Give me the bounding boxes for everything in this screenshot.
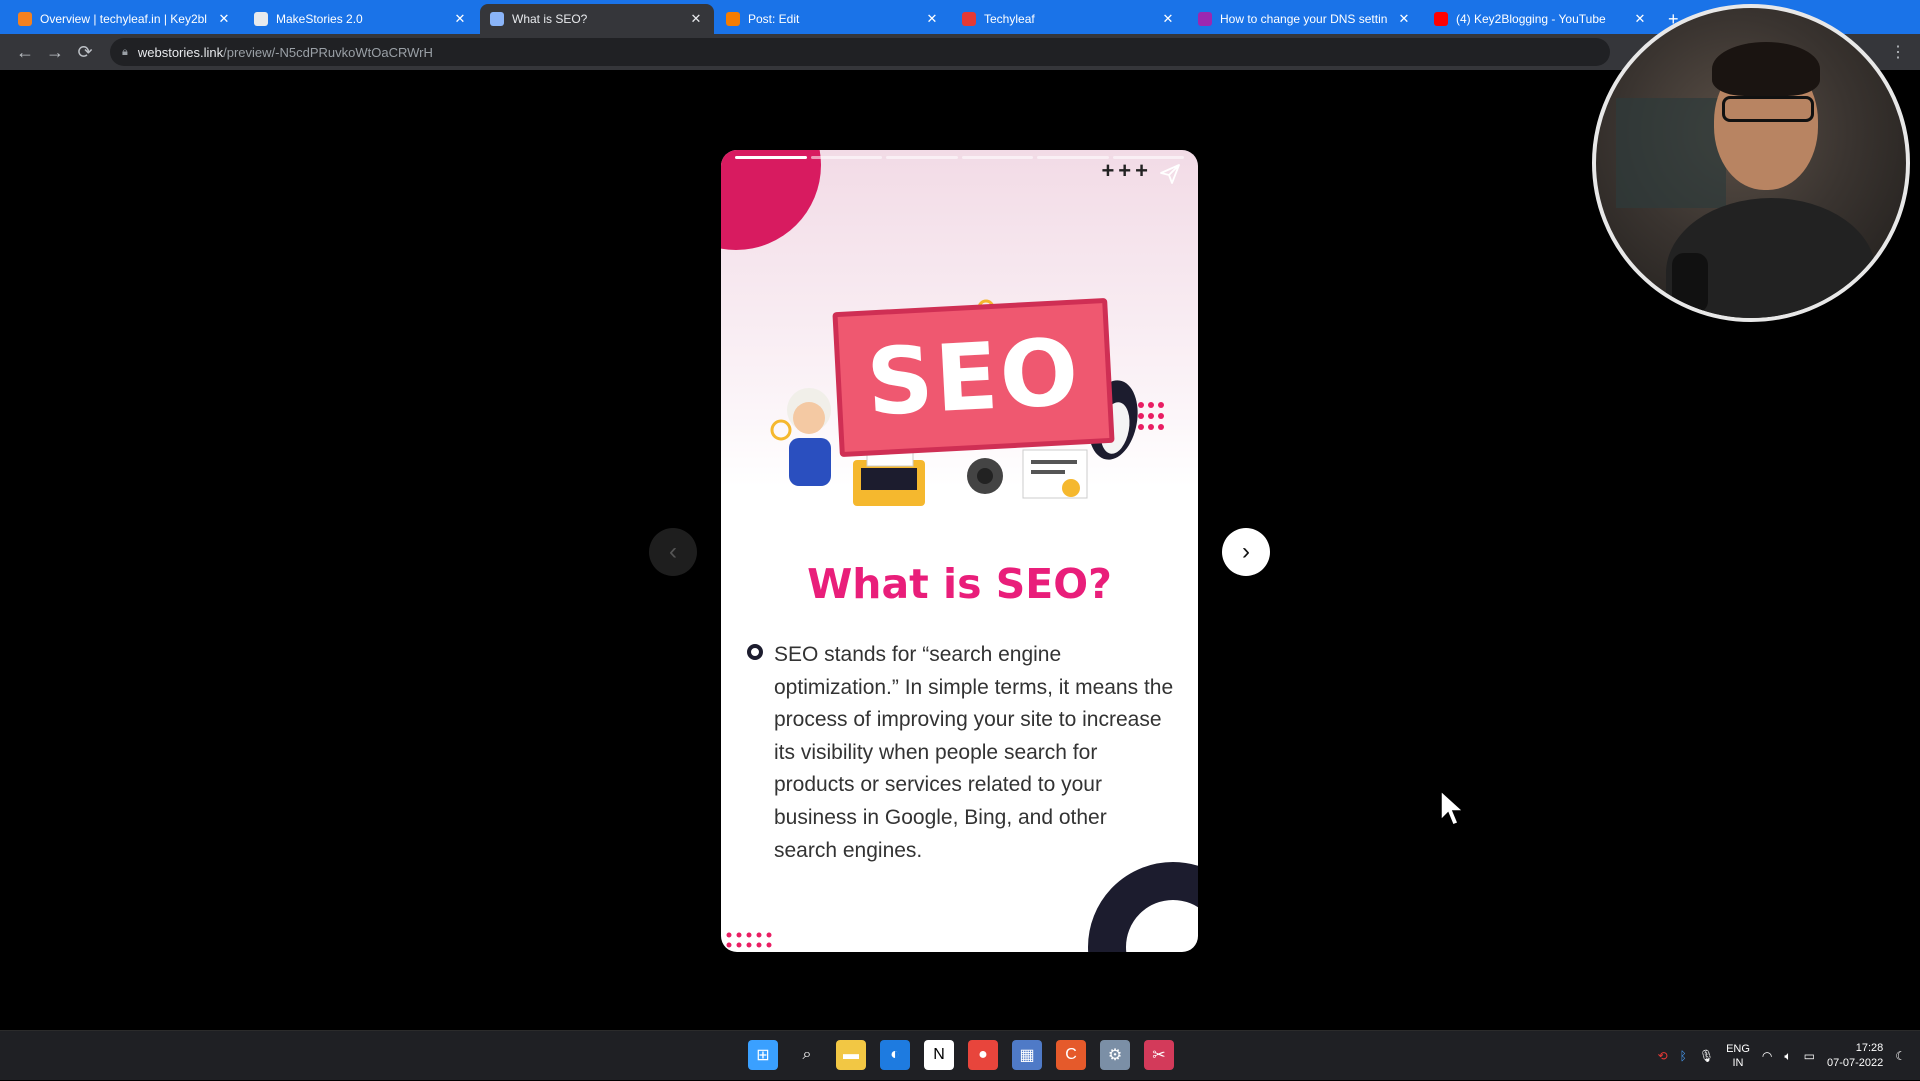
language-line-1: ENG	[1726, 1043, 1750, 1055]
tab-label: Techyleaf	[984, 12, 1035, 26]
tab-label: What is SEO?	[512, 12, 588, 26]
share-icon[interactable]	[1158, 162, 1182, 186]
sync-icon[interactable]: ⟲	[1658, 1049, 1668, 1063]
clock-time: 17:28	[1855, 1042, 1884, 1054]
forward-button[interactable]: →	[40, 37, 70, 67]
notion-icon[interactable]: N	[924, 1040, 954, 1070]
close-tab-icon[interactable]: ✕	[452, 11, 468, 27]
story-title: What is SEO?	[807, 560, 1112, 608]
close-tab-icon[interactable]: ✕	[1160, 11, 1176, 27]
previous-page-button[interactable]: ‹	[649, 528, 697, 576]
tab-label: Overview | techyleaf.in | Key2bl	[40, 12, 207, 26]
webcam-person-hair	[1712, 42, 1820, 96]
progress-segment	[810, 156, 882, 159]
next-page-button[interactable]: ›	[1222, 528, 1270, 576]
youtube-icon	[1434, 12, 1448, 26]
tab-label: Post: Edit	[748, 12, 800, 26]
canva-icon[interactable]: C	[1056, 1040, 1086, 1070]
mouse-cursor-icon	[1440, 790, 1464, 826]
browser-tab[interactable]: What is SEO? ✕	[480, 4, 714, 34]
tab-label: (4) Key2Blogging - YouTube	[1456, 12, 1606, 26]
blogger-icon	[726, 12, 740, 26]
url-path: /preview/-N5cdPRuvkoWtOaCRWrH	[223, 44, 433, 60]
seo-board: SEO	[832, 297, 1115, 458]
browser-menu-icon[interactable]: ⋮	[1890, 42, 1906, 62]
progress-segment	[961, 156, 1033, 159]
browser-tab-bar: Overview | techyleaf.in | Key2bl ✕ MakeSto…	[0, 0, 1920, 34]
taskbar-apps: ⊞ ⌕ ▬ ◐ N ● ▦ C ⚙ ✂	[748, 1040, 1174, 1070]
volume-icon[interactable]: 🔈︎	[1784, 1049, 1791, 1064]
search-icon[interactable]: ⌕	[792, 1040, 822, 1070]
address-bar[interactable]: 🔒︎ webstories.link/preview/-N5cdPRuvkoWt…	[110, 38, 1610, 66]
language-line-2: IN	[1732, 1057, 1744, 1069]
clock[interactable]: 17:28 07-07-2022	[1827, 1041, 1883, 1071]
snipping-tool-icon[interactable]: ✂	[1144, 1040, 1174, 1070]
windows-taskbar: ⊞ ⌕ ▬ ◐ N ● ▦ C ⚙ ✂ ⟲ ᛒ 🎙︎ ENG IN ◠ 🔈︎ ▭ 17:28 07…	[0, 1030, 1920, 1080]
lock-icon: 🔒︎	[122, 45, 128, 58]
cloudflare-icon	[18, 12, 32, 26]
file-explorer-icon[interactable]: ▬	[836, 1040, 866, 1070]
browser-tab[interactable]: (4) Key2Blogging - YouTube ✕	[1424, 4, 1658, 34]
bullet-icon	[747, 644, 763, 660]
globe-icon	[490, 12, 504, 26]
microphone-icon[interactable]: 🎙︎	[1699, 1049, 1714, 1063]
progress-segment	[735, 156, 807, 159]
progress-segment	[1037, 156, 1109, 159]
wifi-icon[interactable]: ◠	[1762, 1049, 1772, 1063]
url-host: webstories.link	[137, 44, 224, 60]
techyleaf-icon	[962, 12, 976, 26]
clock-date: 07-07-2022	[1826, 1057, 1884, 1069]
close-tab-icon[interactable]: ✕	[924, 11, 940, 27]
edge-icon[interactable]: ◐	[880, 1040, 910, 1070]
chrome-icon[interactable]: ●	[968, 1040, 998, 1070]
decorative-circle	[721, 150, 821, 250]
browser-tab[interactable]: How to change your DNS settin ✕	[1188, 4, 1422, 34]
bird-icon	[1198, 12, 1212, 26]
seo-badge-text: SEO	[864, 318, 1083, 437]
close-tab-icon[interactable]: ✕	[688, 11, 704, 27]
seo-illustration: SEO	[761, 270, 1181, 520]
webcam-person-glasses	[1722, 96, 1814, 122]
decorative-dots	[726, 932, 772, 948]
progress-segment	[886, 156, 958, 159]
browser-tab[interactable]: MakeStories 2.0 ✕	[244, 4, 478, 34]
webcam-overlay	[1592, 4, 1910, 322]
makestories-icon	[254, 12, 268, 26]
back-button[interactable]: ←	[10, 37, 40, 67]
webcam-background-shelf	[1616, 98, 1726, 208]
browser-tab[interactable]: Overview | techyleaf.in | Key2bl ✕	[8, 4, 242, 34]
more-options-icon[interactable]: +++	[1101, 158, 1152, 184]
close-tab-icon[interactable]: ✕	[216, 11, 232, 27]
story-body-text: SEO stands for “search engine optimizati…	[774, 643, 1174, 862]
close-tab-icon[interactable]: ✕	[1396, 11, 1412, 27]
decorative-arc	[1088, 862, 1198, 952]
browser-tab[interactable]: Techyleaf ✕	[952, 4, 1186, 34]
bluetooth-icon[interactable]: ᛒ	[1680, 1049, 1687, 1063]
tab-label: MakeStories 2.0	[276, 12, 363, 26]
settings-icon[interactable]: ⚙	[1100, 1040, 1130, 1070]
system-tray: ⟲ ᛒ 🎙︎ ENG IN ◠ 🔈︎ ▭ 17:28 07-07-2022 ☾	[1658, 1031, 1906, 1081]
notifications-icon[interactable]: ☾	[1895, 1049, 1906, 1063]
battery-icon[interactable]: ▭	[1804, 1049, 1815, 1063]
web-story-page[interactable]: +++ SEO What is SEO? SEO stands for “sea…	[721, 150, 1198, 952]
close-tab-icon[interactable]: ✕	[1632, 11, 1648, 27]
photos-icon[interactable]: ▦	[1012, 1040, 1042, 1070]
browser-tab[interactable]: Post: Edit ✕	[716, 4, 950, 34]
windows-start-icon[interactable]: ⊞	[748, 1040, 778, 1070]
reload-button[interactable]: ⟳	[70, 37, 100, 67]
language-indicator[interactable]: ENG IN	[1726, 1042, 1750, 1070]
webcam-microphone	[1672, 253, 1708, 313]
tab-label: How to change your DNS settin	[1220, 12, 1388, 26]
